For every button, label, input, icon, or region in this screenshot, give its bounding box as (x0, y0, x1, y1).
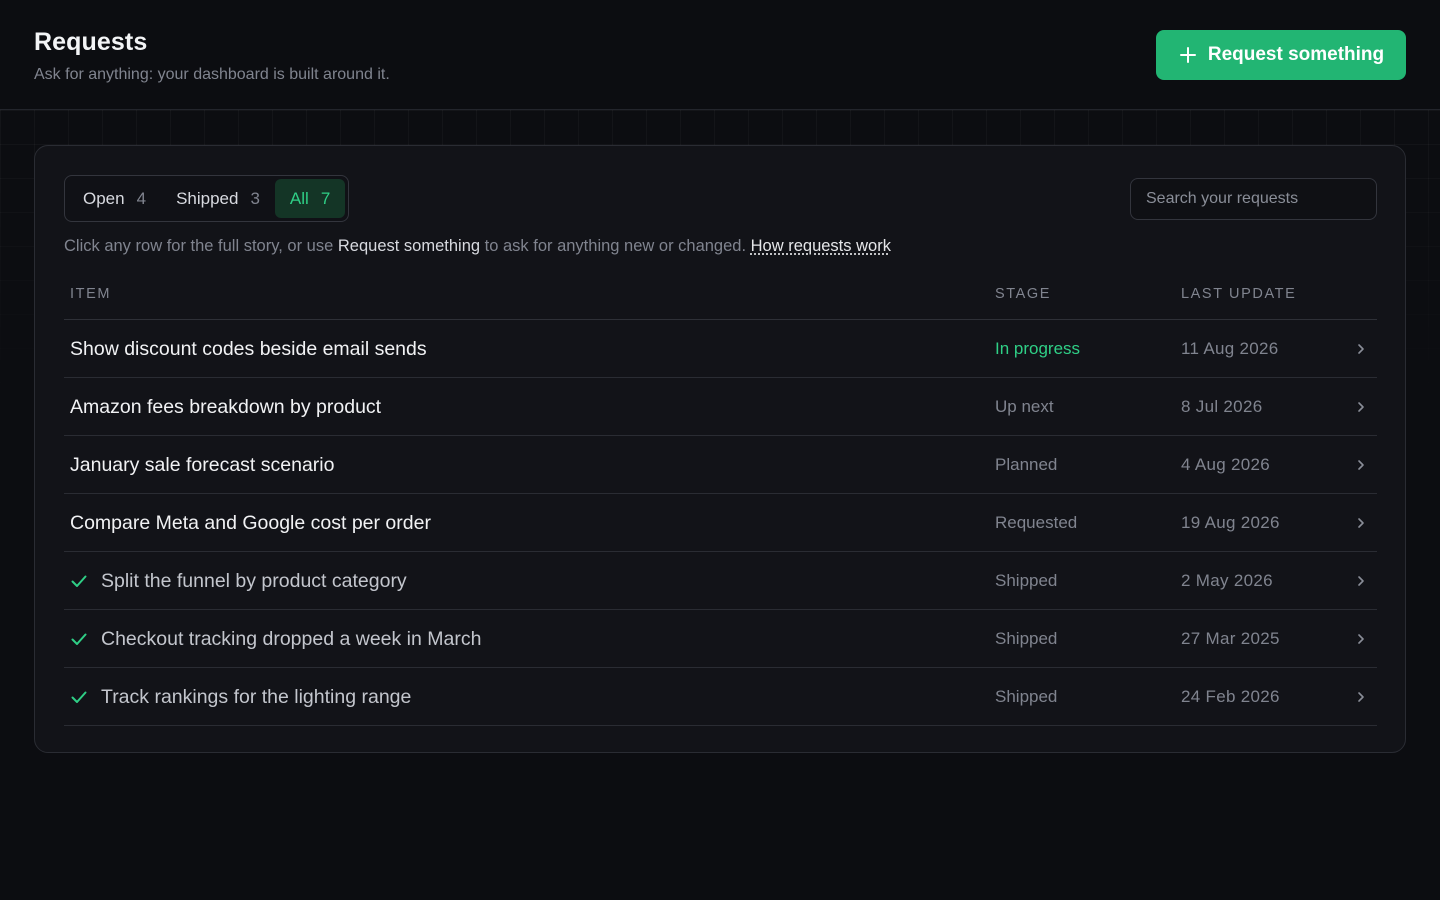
filter-tabs: Open 4 Shipped 3 All 7 (64, 175, 350, 222)
column-header-item: ITEM (70, 286, 112, 302)
tab-label: Open (83, 188, 125, 208)
row-item-label: Split the funnel by product category (101, 569, 407, 592)
page-title: Requests (34, 28, 148, 56)
row-item-label: January sale forecast scenario (70, 453, 335, 476)
chevron-right-icon (1358, 518, 1364, 528)
requests-table: ITEM STAGE LAST UPDATE Show discount cod… (64, 276, 1377, 726)
row-last-update: 19 Aug 2026 (1181, 513, 1280, 532)
table-row[interactable]: Compare Meta and Google cost per order R… (64, 494, 1377, 552)
check-icon (71, 575, 87, 587)
row-item: Track rankings for the lighting range (70, 668, 411, 726)
row-item-label: Amazon fees breakdown by product (70, 395, 382, 418)
row-stage: In progress (995, 339, 1081, 358)
row-stage: Up next (995, 397, 1054, 416)
chevron-right-icon (1358, 460, 1364, 470)
row-item-label: Show discount codes beside email sends (70, 337, 427, 360)
help-prefix: Click any row for the full story, or use (64, 237, 338, 255)
check-icon (71, 633, 87, 645)
row-stage: Shipped (995, 687, 1058, 706)
table-row[interactable]: Amazon fees breakdown by product Up next… (64, 378, 1377, 436)
row-last-update: 8 Jul 2026 (1181, 397, 1263, 416)
column-header-stage: STAGE (995, 286, 1052, 302)
search-input[interactable] (1130, 178, 1377, 220)
row-stage: Shipped (995, 629, 1058, 648)
row-last-update: 4 Aug 2026 (1181, 455, 1271, 474)
plus-icon (1178, 45, 1198, 65)
page-header: Requests Ask for anything: your dashboar… (0, 0, 1440, 110)
table-row[interactable]: Split the funnel by product category Shi… (64, 552, 1377, 610)
tab-all[interactable]: All 7 (274, 179, 346, 218)
tab-count: 3 (250, 188, 260, 208)
help-suffix: to ask for anything new or changed. (480, 237, 751, 255)
row-item: Amazon fees breakdown by product (70, 378, 381, 436)
row-stage: Shipped (995, 571, 1058, 590)
help-strong: Request something (337, 237, 481, 255)
row-item: January sale forecast scenario (70, 436, 334, 494)
row-stage: Requested (995, 513, 1078, 532)
tab-label: Shipped (176, 188, 239, 208)
requests-panel: Open 4 Shipped 3 All 7 Click any row for… (34, 145, 1406, 753)
table-row[interactable]: Track rankings for the lighting range Sh… (64, 668, 1377, 726)
check-icon (71, 691, 87, 703)
tab-open[interactable]: Open 4 (68, 179, 161, 218)
row-last-update: 24 Feb 2026 (1181, 687, 1280, 706)
requests-page: Requests Ask for anything: your dashboar… (0, 0, 1440, 900)
row-item-label: Checkout tracking dropped a week in Marc… (101, 627, 482, 650)
row-last-update: 27 Mar 2025 (1181, 629, 1280, 648)
tab-shipped[interactable]: Shipped 3 (161, 179, 275, 218)
row-last-update: 11 Aug 2026 (1181, 339, 1279, 358)
request-something-label: Request something (1207, 44, 1385, 65)
chevron-right-icon (1358, 692, 1364, 702)
row-item-label: Compare Meta and Google cost per order (70, 511, 431, 534)
row-item: Checkout tracking dropped a week in Marc… (70, 610, 481, 668)
column-header-last-update: LAST UPDATE (1181, 286, 1297, 302)
row-item-label: Track rankings for the lighting range (101, 685, 412, 708)
row-last-update: 2 May 2026 (1181, 571, 1273, 590)
chevron-right-icon (1358, 634, 1364, 644)
table-row[interactable]: January sale forecast scenario Planned 4… (64, 436, 1377, 494)
table-row[interactable]: Checkout tracking dropped a week in Marc… (64, 610, 1377, 668)
tab-count: 4 (136, 188, 147, 208)
table-header: ITEM STAGE LAST UPDATE (64, 276, 1377, 320)
row-stage: Planned (995, 455, 1058, 474)
help-text: Click any row for the full story, or use… (64, 237, 891, 256)
row-item: Show discount codes beside email sends (70, 320, 427, 378)
page-subtitle: Ask for anything: your dashboard is buil… (34, 66, 390, 83)
how-requests-work-link[interactable]: How requests work (751, 237, 891, 255)
chevron-right-icon (1358, 402, 1364, 412)
row-item: Split the funnel by product category (70, 552, 407, 610)
table-row[interactable]: Show discount codes beside email sends I… (64, 320, 1377, 378)
chevron-right-icon (1358, 344, 1364, 354)
request-something-button[interactable]: Request something (1156, 30, 1406, 80)
row-item: Compare Meta and Google cost per order (70, 494, 431, 552)
tab-count: 7 (320, 188, 331, 208)
chevron-right-icon (1358, 576, 1364, 586)
tab-label: All (289, 188, 309, 208)
table-body: Show discount codes beside email sends I… (64, 320, 1377, 726)
